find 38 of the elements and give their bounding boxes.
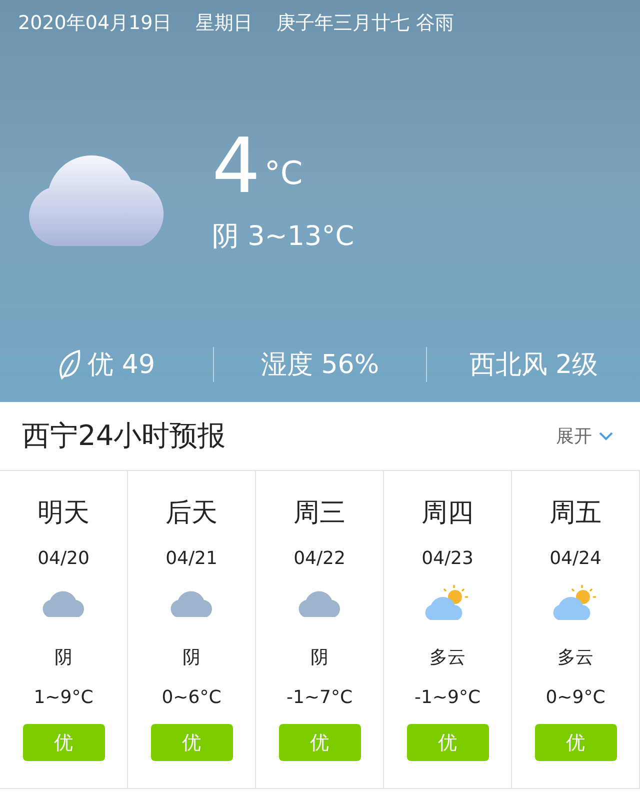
day-date: 04/22	[294, 548, 346, 569]
day-condition: 多云	[558, 646, 594, 669]
expand-button[interactable]: 展开	[556, 424, 614, 448]
air-quality-badge: 优	[534, 724, 616, 761]
stat-text: 西北风 2级	[469, 348, 598, 382]
day-condition: 阴	[310, 646, 328, 669]
day-date: 04/20	[38, 548, 90, 569]
section-title: 西宁24小时预报	[22, 418, 226, 454]
day-temperature-range: 0~6°C	[162, 687, 222, 708]
day-temperature-range: 0~9°C	[546, 687, 606, 708]
day-temperature-range: -1~7°C	[286, 687, 353, 708]
stat-text: 优 49	[88, 348, 156, 382]
air-quality-badge: 优	[22, 724, 104, 761]
date-text: 2020年04月19日	[18, 11, 172, 36]
day-date: 04/21	[166, 548, 218, 569]
chevron-icon	[598, 431, 614, 441]
day-name: 周五	[550, 497, 602, 530]
day-name: 后天	[166, 497, 218, 530]
condition-text: 阴 3~13°C	[212, 220, 354, 254]
air-quality-badge: 优	[278, 724, 360, 761]
temperature-text: 4	[212, 128, 260, 204]
weekday-text: 星期日	[196, 11, 253, 36]
day-name: 明天	[38, 497, 90, 530]
day-date: 04/24	[550, 548, 602, 569]
lunar-date-text: 庚子年三月廿七 谷雨	[276, 11, 454, 36]
day-date: 04/23	[422, 548, 474, 569]
day-name: 周三	[294, 497, 346, 530]
day-condition: 阴	[182, 646, 200, 669]
unit-text: °C	[264, 154, 303, 192]
day-condition: 阴	[54, 646, 72, 669]
day-temperature-range: -1~9°C	[414, 687, 481, 708]
leaf-icon	[58, 348, 82, 380]
air-quality-badge: 优	[150, 724, 232, 761]
day-name: 周四	[422, 497, 474, 530]
day-temperature-range: 1~9°C	[34, 687, 94, 708]
air-quality-badge: 优	[406, 724, 488, 761]
day-condition: 多云	[430, 646, 466, 669]
stat-text: 湿度 56%	[260, 348, 380, 382]
